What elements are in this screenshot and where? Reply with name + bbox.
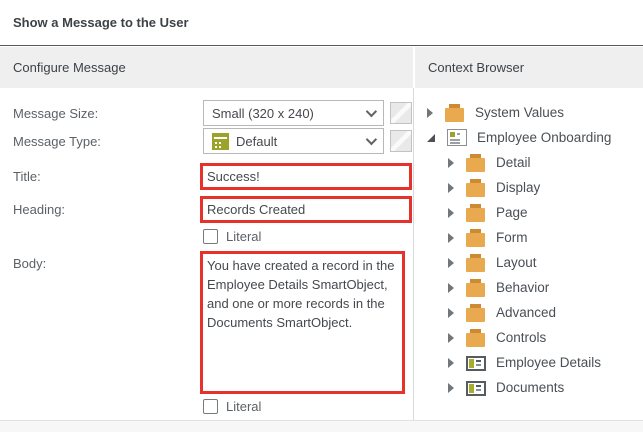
briefcase-icon bbox=[466, 229, 486, 247]
tree-item-label: System Values bbox=[475, 105, 564, 120]
expand-arrow-icon[interactable] bbox=[448, 258, 458, 268]
tree-item-label: Page bbox=[496, 205, 528, 220]
briefcase-icon bbox=[466, 154, 486, 172]
briefcase-icon bbox=[466, 254, 486, 272]
chevron-down-icon bbox=[366, 106, 377, 117]
message-type-dropdown[interactable]: Default bbox=[203, 128, 384, 154]
tree-item-advanced[interactable]: Advanced bbox=[415, 300, 643, 325]
tree-item-label: Employee Details bbox=[496, 355, 601, 370]
tree-item-display[interactable]: Display bbox=[415, 175, 643, 200]
heading-literal-label: Literal bbox=[226, 229, 261, 244]
configure-message-header: Configure Message bbox=[0, 47, 413, 88]
configure-message-panel: Configure Message Message Size: Small (3… bbox=[0, 47, 413, 420]
expand-arrow-icon[interactable] bbox=[448, 233, 458, 243]
message-size-dropdown[interactable]: Small (320 x 240) bbox=[203, 100, 384, 126]
tree-item-page[interactable]: Page bbox=[415, 200, 643, 225]
tree-item-label: Detail bbox=[496, 155, 531, 170]
tree-item-label: Employee Onboarding bbox=[477, 130, 611, 145]
tree-item-form[interactable]: Form bbox=[415, 225, 643, 250]
tree-item-layout[interactable]: Layout bbox=[415, 250, 643, 275]
expand-arrow-icon[interactable] bbox=[448, 333, 458, 343]
tree-item-system-values[interactable]: System Values bbox=[415, 100, 643, 125]
title-input[interactable] bbox=[203, 166, 409, 187]
expand-arrow-icon[interactable] bbox=[427, 108, 437, 118]
message-type-default-icon bbox=[212, 133, 229, 150]
page-title: Show a Message to the User bbox=[13, 15, 189, 30]
heading-literal-checkbox[interactable] bbox=[203, 229, 218, 244]
expand-arrow-icon[interactable] bbox=[448, 308, 458, 318]
tree-item-label: Controls bbox=[496, 330, 546, 345]
title-label: Title: bbox=[13, 169, 203, 184]
briefcase-icon bbox=[466, 304, 486, 322]
configure-message-form: Message Size: Small (320 x 240) Message … bbox=[0, 88, 413, 414]
message-size-value: Small (320 x 240) bbox=[212, 106, 366, 121]
tree-item-label: Display bbox=[496, 180, 540, 195]
context-tree: System Values Employee Onboarding Detail… bbox=[415, 88, 643, 400]
message-type-value: Default bbox=[236, 134, 366, 149]
footer-strip bbox=[0, 420, 643, 432]
title-row: Title: bbox=[13, 163, 413, 190]
expand-arrow-icon[interactable] bbox=[448, 358, 458, 368]
message-size-dynamic-value-button[interactable] bbox=[390, 102, 412, 124]
main-area: Configure Message Message Size: Small (3… bbox=[0, 47, 643, 420]
body-literal-checkbox[interactable] bbox=[203, 399, 218, 414]
tree-item-employee-onboarding[interactable]: Employee Onboarding bbox=[415, 125, 643, 150]
tree-item-documents[interactable]: Documents bbox=[415, 375, 643, 400]
expand-arrow-icon[interactable] bbox=[448, 208, 458, 218]
tree-item-label: Behavior bbox=[496, 280, 549, 295]
chevron-down-icon bbox=[366, 134, 377, 145]
tree-item-label: Advanced bbox=[496, 305, 556, 320]
body-label: Body: bbox=[13, 251, 203, 271]
wizard-title-bar: Show a Message to the User bbox=[0, 0, 643, 46]
smartobject-icon bbox=[466, 356, 486, 371]
tree-item-employee-details[interactable]: Employee Details bbox=[415, 350, 643, 375]
body-literal-row: Literal bbox=[203, 399, 413, 414]
tree-item-behavior[interactable]: Behavior bbox=[415, 275, 643, 300]
form-icon bbox=[447, 129, 467, 146]
message-size-label: Message Size: bbox=[13, 106, 203, 121]
message-type-row: Message Type: Default bbox=[13, 128, 413, 154]
title-highlight-box bbox=[200, 163, 412, 190]
heading-label: Heading: bbox=[13, 202, 203, 217]
tree-item-controls[interactable]: Controls bbox=[415, 325, 643, 350]
expand-arrow-icon[interactable] bbox=[448, 383, 458, 393]
tree-item-detail[interactable]: Detail bbox=[415, 150, 643, 175]
message-type-label: Message Type: bbox=[13, 134, 203, 149]
heading-highlight-box bbox=[200, 196, 412, 223]
smartobject-icon bbox=[466, 381, 486, 396]
body-highlight-box: You have created a record in the Employe… bbox=[200, 251, 405, 394]
message-size-row: Message Size: Small (320 x 240) bbox=[13, 100, 413, 126]
body-textarea[interactable]: You have created a record in the Employe… bbox=[203, 254, 402, 386]
expand-arrow-icon[interactable] bbox=[448, 158, 458, 168]
context-browser-header: Context Browser bbox=[415, 47, 643, 88]
heading-literal-row: Literal bbox=[203, 229, 413, 244]
body-row: Body: You have created a record in the E… bbox=[13, 251, 413, 394]
briefcase-icon bbox=[466, 279, 486, 297]
briefcase-icon bbox=[466, 204, 486, 222]
collapse-arrow-icon[interactable] bbox=[427, 134, 435, 142]
body-literal-label: Literal bbox=[226, 399, 261, 414]
tree-item-label: Form bbox=[496, 230, 528, 245]
heading-row: Heading: bbox=[13, 196, 413, 223]
heading-input[interactable] bbox=[203, 199, 409, 220]
message-type-dynamic-value-button[interactable] bbox=[390, 130, 412, 152]
briefcase-icon bbox=[466, 179, 486, 197]
tree-item-label: Documents bbox=[496, 380, 564, 395]
briefcase-icon bbox=[445, 104, 465, 122]
tree-item-label: Layout bbox=[496, 255, 537, 270]
briefcase-icon bbox=[466, 329, 486, 347]
expand-arrow-icon[interactable] bbox=[448, 183, 458, 193]
panel-divider bbox=[413, 88, 414, 420]
context-browser-panel: Context Browser System Values Employee O… bbox=[415, 47, 643, 420]
expand-arrow-icon[interactable] bbox=[448, 283, 458, 293]
